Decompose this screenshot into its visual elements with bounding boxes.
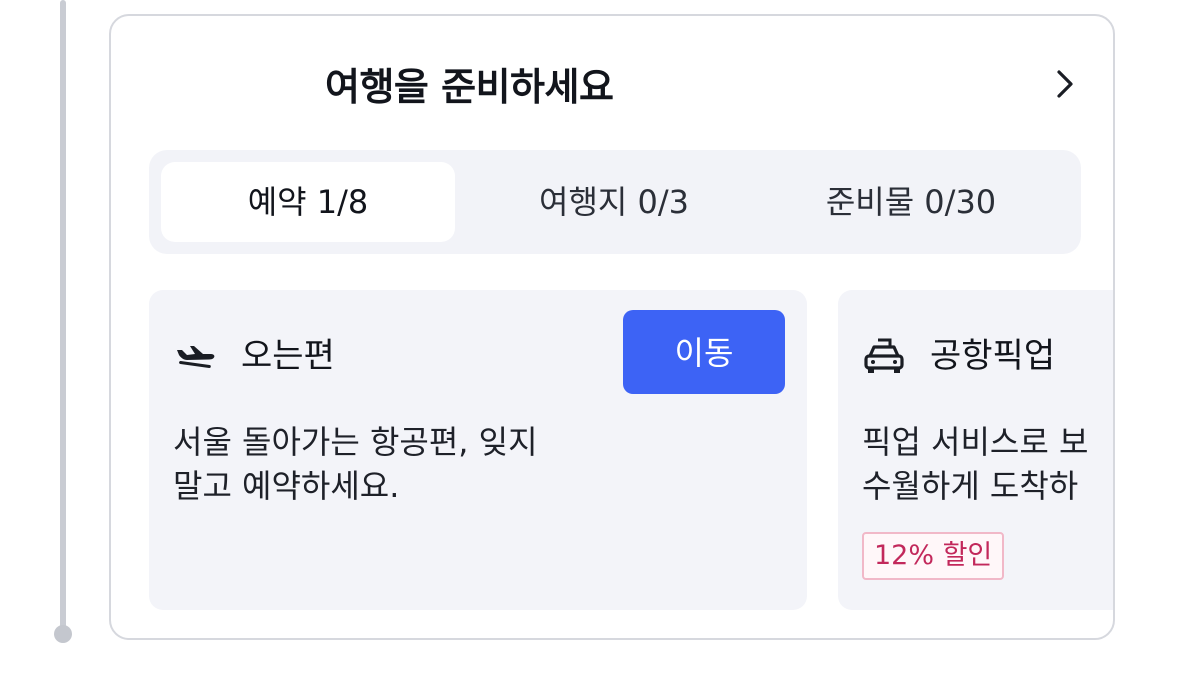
item-description: 서울 돌아가는 항공편, 잊지 말고 예약하세요. [173,423,538,505]
airplane-landing-icon [177,346,215,369]
prep-tabs: 예약 1/8 여행지 0/3 준비물 0/30 [149,150,1081,254]
card-title: 여행을 준비하세요 [325,65,614,109]
chevron-right-icon[interactable] [1045,64,1085,104]
airport-pickup-item[interactable]: 공항픽업 픽업 서비스로 보 수월하게 도착하 12% 할인 [838,290,1113,610]
item-title: 오는편 [241,336,335,376]
car-icon [864,338,904,373]
trip-prep-card: 여행을 준비하세요 예약 1/8 여행지 0/3 준비물 0/30 오는편 이동… [109,14,1115,640]
item-description: 픽업 서비스로 보 수월하게 도착하 [862,423,1089,505]
tab-packing[interactable]: 준비물 0/30 [761,162,1061,242]
discount-badge: 12% 할인 [862,532,1005,580]
tab-destinations[interactable]: 여행지 0/3 [467,162,761,242]
go-button[interactable]: 이동 [623,310,785,394]
timeline-dot [54,625,72,643]
tab-booking[interactable]: 예약 1/8 [161,162,455,242]
return-flight-item[interactable]: 오는편 이동 서울 돌아가는 항공편, 잊지 말고 예약하세요. [149,290,807,610]
item-title: 공항픽업 [930,336,1056,376]
timeline-line [60,0,66,628]
